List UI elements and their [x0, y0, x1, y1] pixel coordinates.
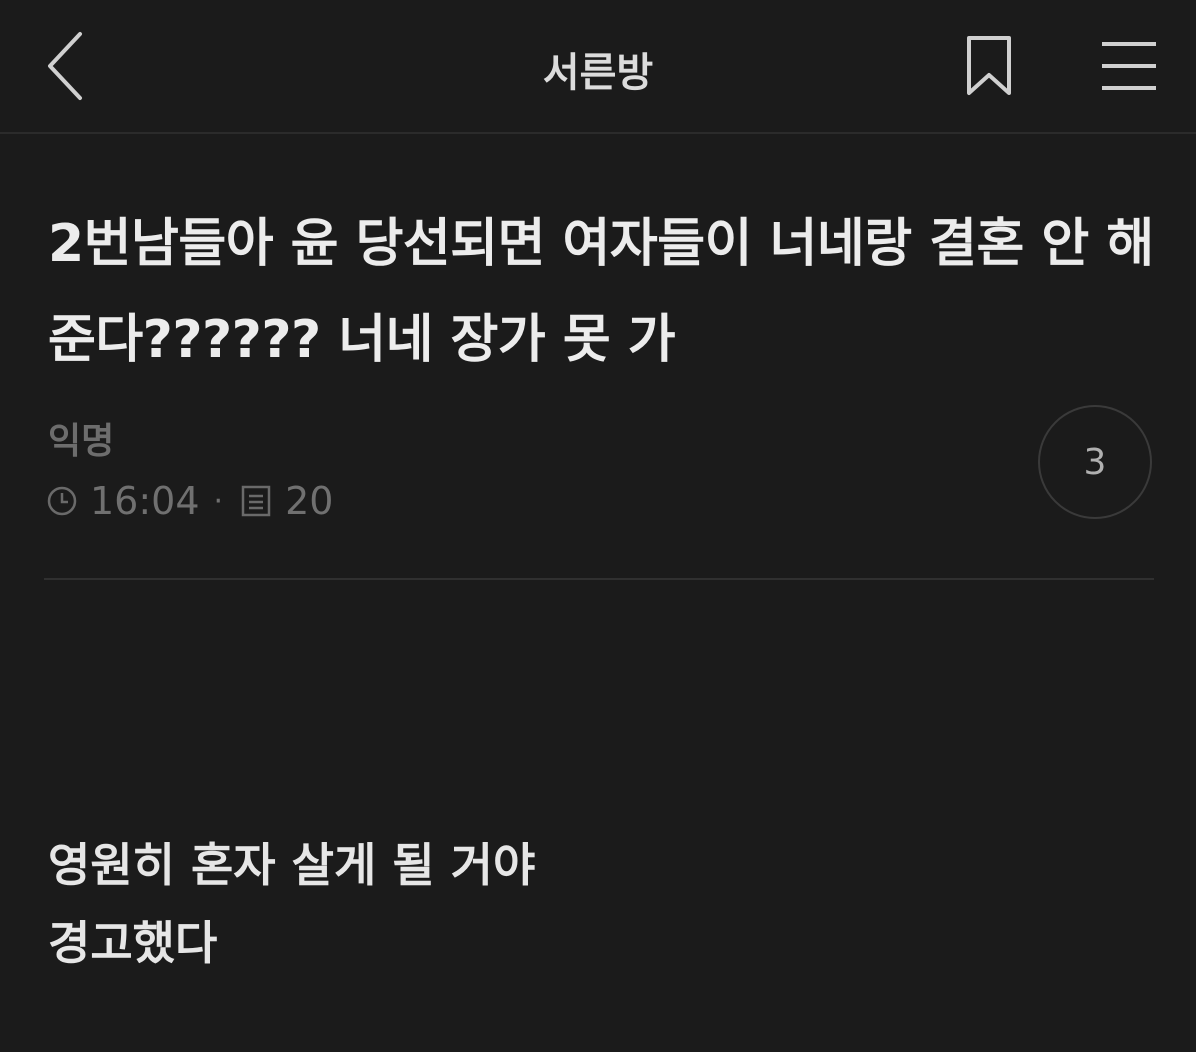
divider [44, 578, 1154, 580]
view-count: 20 [285, 479, 334, 523]
post-body: 영원히 혼자 살게 될 거야 경고했다 [48, 826, 535, 982]
post-title: 2번남들아 윤 당선되면 여자들이 너네랑 결혼 안 해준다?????? 너네 … [48, 214, 1154, 370]
post-body-line: 영원히 혼자 살게 될 거야 [48, 838, 536, 892]
chevron-left-icon [48, 32, 82, 100]
post-time: 16:04 [90, 479, 200, 523]
hamburger-menu-icon [1102, 42, 1156, 90]
menu-button[interactable] [1094, 30, 1164, 102]
meta-separator: · [213, 483, 224, 519]
bookmark-button[interactable] [958, 30, 1020, 102]
post-body-line: 경고했다 [48, 916, 218, 970]
top-navigation-bar: 서른방 [0, 0, 1196, 134]
comment-count-button[interactable]: 3 [1038, 405, 1152, 519]
author-name: 익명 [48, 421, 115, 462]
post-meta: 16:04 · 20 [46, 476, 333, 526]
comment-count: 3 [1083, 441, 1107, 483]
back-button[interactable] [36, 28, 96, 104]
clock-icon [46, 484, 80, 518]
views-icon [241, 484, 275, 518]
bookmark-icon [967, 36, 1011, 95]
